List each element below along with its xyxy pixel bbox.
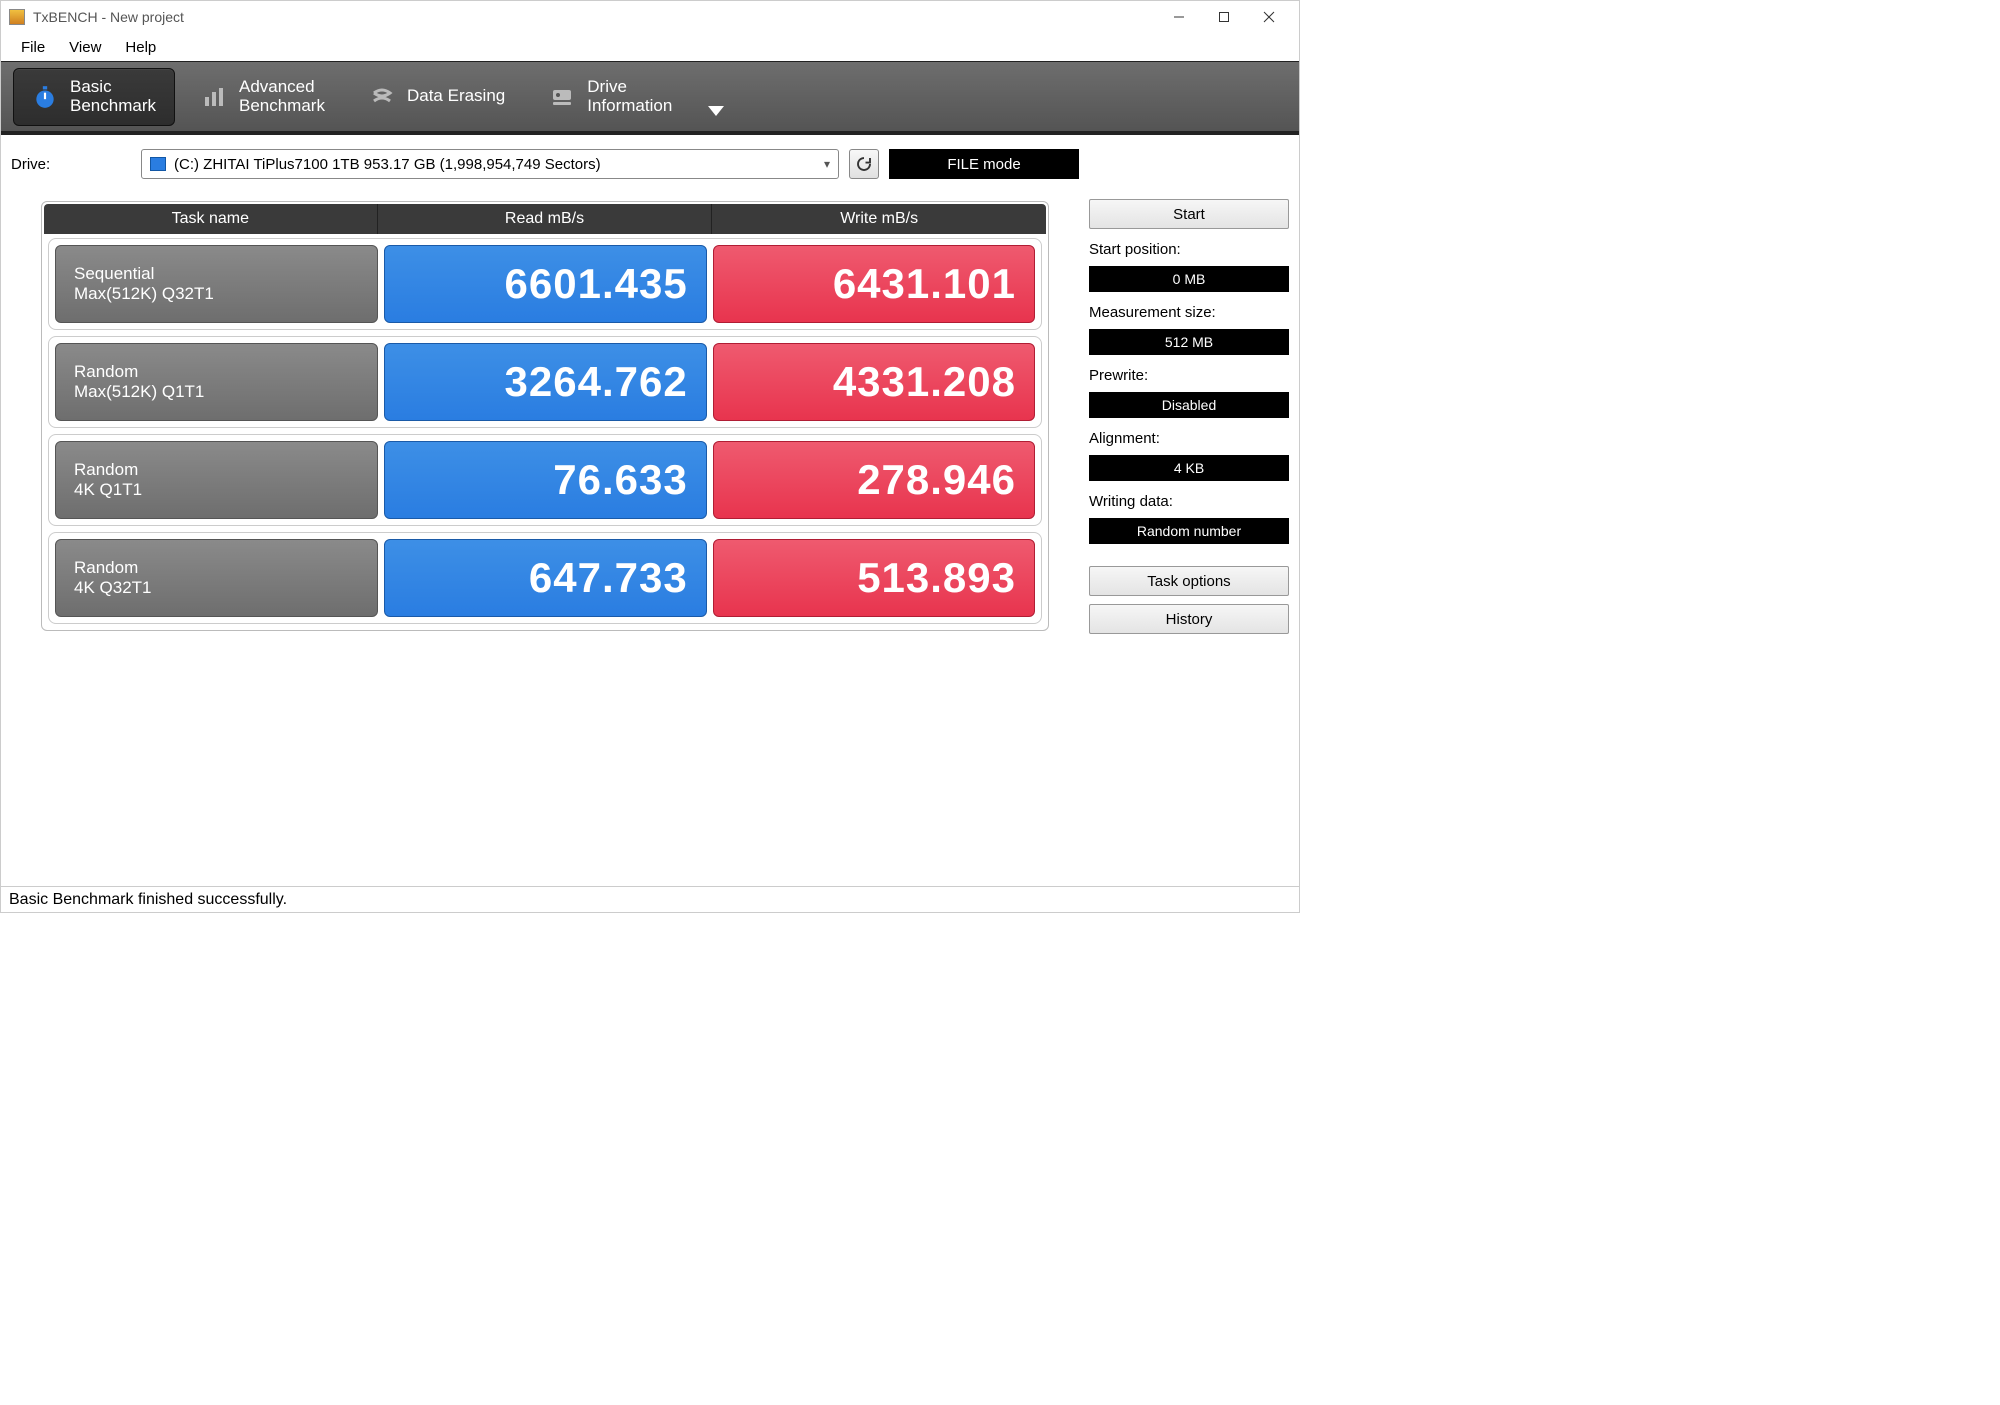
status-text: Basic Benchmark finished successfully. [9, 891, 287, 909]
tab-advanced-benchmark[interactable]: Advanced Benchmark [183, 68, 343, 126]
header-task: Task name [44, 204, 378, 234]
tab-basic-benchmark[interactable]: Basic Benchmark [13, 68, 175, 126]
read-value[interactable]: 647.733 [384, 539, 706, 617]
write-value[interactable]: 513.893 [713, 539, 1035, 617]
drive-selected-text: (C:) ZHITAI TiPlus7100 1TB 953.17 GB (1,… [174, 156, 601, 173]
start-position-label: Start position: [1089, 241, 1289, 258]
app-icon [9, 9, 25, 25]
maximize-button[interactable] [1201, 3, 1246, 31]
menu-file[interactable]: File [9, 35, 57, 60]
prewrite-value[interactable]: Disabled [1089, 392, 1289, 418]
bench-row: Random Max(512K) Q1T1 3264.762 4331.208 [48, 336, 1042, 428]
minimize-button[interactable] [1156, 3, 1201, 31]
prewrite-label: Prewrite: [1089, 367, 1289, 384]
window-title: TxBENCH - New project [33, 9, 1156, 25]
history-button[interactable]: History [1089, 604, 1289, 634]
tabbar: Basic Benchmark Advanced Benchmark Data … [1, 61, 1299, 135]
bench-row: Sequential Max(512K) Q32T1 6601.435 6431… [48, 238, 1042, 330]
task-cell[interactable]: Random 4K Q1T1 [55, 441, 378, 519]
window-titlebar: TxBENCH - New project [1, 1, 1299, 33]
benchmark-table: Task name Read mB/s Write mB/s Sequentia… [41, 201, 1049, 631]
start-position-value[interactable]: 0 MB [1089, 266, 1289, 292]
task-cell[interactable]: Random Max(512K) Q1T1 [55, 343, 378, 421]
tab-label: Advanced Benchmark [239, 78, 325, 115]
tab-label: Basic Benchmark [70, 78, 156, 115]
refresh-icon [855, 155, 873, 173]
benchmark-header: Task name Read mB/s Write mB/s [44, 204, 1046, 234]
drive-select[interactable]: (C:) ZHITAI TiPlus7100 1TB 953.17 GB (1,… [141, 149, 839, 179]
writing-data-label: Writing data: [1089, 493, 1289, 510]
stopwatch-icon [32, 84, 58, 110]
menu-view[interactable]: View [57, 35, 113, 60]
bars-icon [201, 84, 227, 110]
status-bar: Basic Benchmark finished successfully. [1, 886, 1299, 912]
write-value[interactable]: 6431.101 [713, 245, 1035, 323]
writing-data-value[interactable]: Random number [1089, 518, 1289, 544]
start-button[interactable]: Start [1089, 199, 1289, 229]
read-value[interactable]: 3264.762 [384, 343, 706, 421]
read-value[interactable]: 6601.435 [384, 245, 706, 323]
bench-row: Random 4K Q1T1 76.633 278.946 [48, 434, 1042, 526]
header-write: Write mB/s [712, 204, 1046, 234]
erase-icon [369, 84, 395, 110]
drive-icon [549, 84, 575, 110]
tab-label: Data Erasing [407, 87, 505, 106]
measurement-size-label: Measurement size: [1089, 304, 1289, 321]
tab-drive-information[interactable]: Drive Information [531, 68, 690, 126]
menubar: File View Help [1, 33, 1299, 61]
close-button[interactable] [1246, 3, 1291, 31]
read-value[interactable]: 76.633 [384, 441, 706, 519]
refresh-button[interactable] [849, 149, 879, 179]
tab-overflow-arrow[interactable] [708, 106, 724, 116]
task-cell[interactable]: Random 4K Q32T1 [55, 539, 378, 617]
header-read: Read mB/s [378, 204, 713, 234]
alignment-value[interactable]: 4 KB [1089, 455, 1289, 481]
write-value[interactable]: 278.946 [713, 441, 1035, 519]
chevron-down-icon: ▾ [824, 157, 830, 171]
tab-label: Drive Information [587, 78, 672, 115]
drive-row: Drive: (C:) ZHITAI TiPlus7100 1TB 953.17… [11, 145, 1079, 183]
task-options-button[interactable]: Task options [1089, 566, 1289, 596]
file-mode-button[interactable]: FILE mode [889, 149, 1079, 179]
task-cell[interactable]: Sequential Max(512K) Q32T1 [55, 245, 378, 323]
disk-icon [150, 157, 166, 171]
alignment-label: Alignment: [1089, 430, 1289, 447]
drive-label: Drive: [11, 156, 131, 173]
tab-data-erasing[interactable]: Data Erasing [351, 68, 523, 126]
measurement-size-value[interactable]: 512 MB [1089, 329, 1289, 355]
write-value[interactable]: 4331.208 [713, 343, 1035, 421]
bench-row: Random 4K Q32T1 647.733 513.893 [48, 532, 1042, 624]
menu-help[interactable]: Help [113, 35, 168, 60]
side-panel: Start Start position: 0 MB Measurement s… [1089, 199, 1289, 886]
